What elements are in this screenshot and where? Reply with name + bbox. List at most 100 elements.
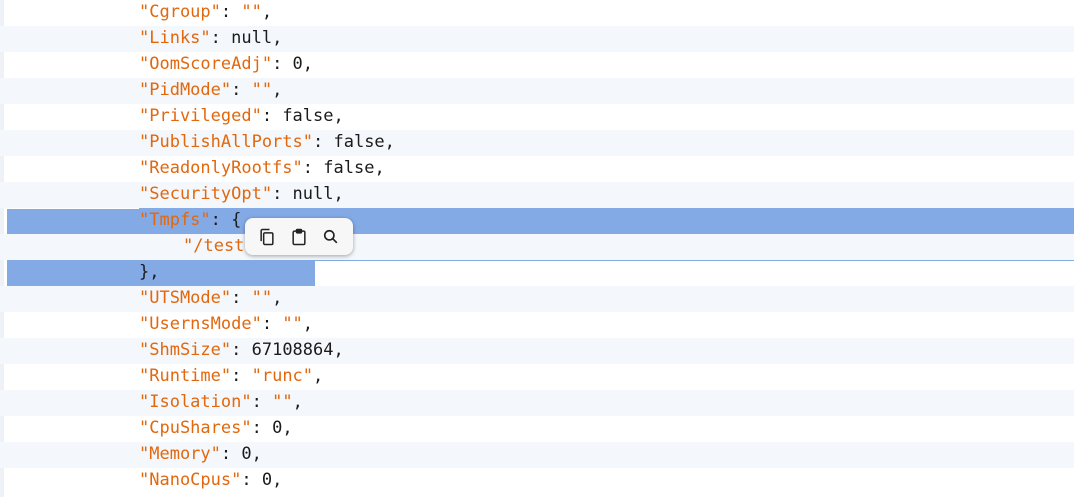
json-separator: : — [231, 366, 252, 386]
code-line-text: "OomScoreAdj": 0, — [139, 51, 313, 77]
code-line: "OomScoreAdj": 0, — [0, 52, 1074, 78]
code-line-text: "/test — [183, 233, 244, 259]
code-line: "ReadonlyRootfs": false, — [0, 156, 1074, 182]
code-line: "ShmSize": 67108864, — [0, 338, 1074, 364]
json-punctuation: , — [292, 392, 303, 412]
json-value: } — [139, 262, 150, 282]
json-key: "SecurityOpt" — [139, 184, 273, 204]
json-separator: : — [220, 2, 242, 22]
code-line: "Links": null, — [0, 26, 1074, 52]
paste-icon — [292, 228, 306, 245]
json-value: "" — [282, 314, 303, 334]
json-key: "Runtime" — [139, 366, 232, 386]
code-line: "PublishAllPorts": false, — [0, 130, 1074, 156]
json-key: "/test — [183, 236, 245, 256]
code-line: "/test — [0, 234, 1074, 260]
json-value: 0 — [241, 444, 252, 464]
json-punctuation: , — [384, 132, 395, 152]
json-separator: : — [313, 132, 334, 152]
json-separator: : — [241, 470, 262, 490]
json-separator: : — [261, 314, 283, 334]
json-punctuation: , — [333, 184, 344, 204]
json-key: "CpuShares" — [139, 418, 252, 438]
code-line: "UsernsMode": "", — [0, 312, 1074, 338]
json-punctuation: , — [261, 2, 273, 22]
json-value: { — [231, 210, 242, 230]
code-line: "PidMode": "", — [0, 78, 1074, 104]
json-value: null — [292, 184, 334, 204]
json-value: "" — [272, 392, 293, 412]
json-key: "PublishAllPorts" — [139, 132, 313, 152]
search-icon — [323, 229, 338, 243]
json-key: "Isolation" — [139, 392, 252, 412]
json-value: 0 — [261, 470, 273, 490]
json-key: "PidMode" — [139, 80, 232, 100]
code-line-text: "Privileged": false, — [139, 103, 344, 129]
code-line-text: "Cgroup": "", — [139, 0, 272, 25]
json-punctuation: , — [251, 444, 262, 464]
selection-action-popup — [245, 218, 353, 255]
json-punctuation: , — [272, 80, 283, 100]
json-value: 0 — [272, 418, 283, 438]
code-line-text: "ReadonlyRootfs": false, — [139, 155, 385, 181]
code-line: "Memory": 0, — [0, 442, 1074, 468]
json-key: "Cgroup" — [139, 2, 221, 22]
code-line-text: "ShmSize": 67108864, — [139, 337, 344, 363]
json-punctuation: , — [313, 366, 324, 386]
json-punctuation: , — [282, 418, 293, 438]
json-key: "UsernsMode" — [139, 314, 262, 334]
json-punctuation: , — [272, 28, 283, 48]
json-punctuation: , — [302, 54, 314, 74]
json-separator: : — [220, 444, 242, 464]
copy-button[interactable] — [254, 224, 280, 250]
code-line: "Tmpfs": { — [0, 208, 1074, 234]
json-punctuation: , — [333, 340, 344, 360]
json-separator: : — [261, 106, 283, 126]
json-punctuation: , — [149, 262, 160, 282]
code-line-text: "Isolation": "", — [139, 389, 303, 415]
json-separator: : — [251, 392, 273, 412]
json-separator: : — [302, 158, 324, 178]
json-key: "Privileged" — [139, 106, 262, 126]
json-separator: : — [231, 288, 252, 308]
json-key: "NanoCpus" — [139, 470, 242, 490]
json-code-view[interactable]: "Cgroup": "", "Links": null, "OomScoreAdj"… — [0, 0, 1074, 494]
json-key: "UTSMode" — [139, 288, 232, 308]
code-line-text: "PidMode": "", — [139, 77, 282, 103]
code-line-text: "Tmpfs": { — [139, 207, 241, 233]
json-separator: : — [231, 80, 252, 100]
json-punctuation: , — [374, 158, 385, 178]
code-line-text: "SecurityOpt": null, — [139, 181, 344, 207]
json-punctuation: , — [272, 288, 283, 308]
code-line-text: "NanoCpus": 0, — [139, 467, 282, 493]
code-line-text: }, — [139, 259, 160, 285]
json-value: 0 — [292, 54, 303, 74]
code-line: "CpuShares": 0, — [0, 416, 1074, 442]
code-line: }, — [0, 260, 1074, 286]
paste-button[interactable] — [286, 224, 312, 250]
json-value: false — [282, 106, 334, 126]
json-key: "Memory" — [139, 444, 221, 464]
json-separator: : — [251, 418, 273, 438]
code-line: "NanoCpus": 0, — [0, 468, 1074, 494]
json-separator: : — [210, 28, 232, 48]
code-line-text: "UsernsMode": "", — [139, 311, 313, 337]
code-line: "SecurityOpt": null, — [0, 182, 1074, 208]
code-line: "Isolation": "", — [0, 390, 1074, 416]
search-button[interactable] — [318, 224, 344, 250]
json-separator: : — [272, 184, 293, 204]
json-punctuation: , — [333, 106, 344, 126]
json-key: "Links" — [139, 28, 211, 48]
code-line: "UTSMode": "", — [0, 286, 1074, 312]
code-line: "Privileged": false, — [0, 104, 1074, 130]
code-line-text: "Links": null, — [139, 25, 282, 51]
json-value: null — [231, 28, 273, 48]
json-punctuation: , — [302, 314, 314, 334]
json-separator: : — [272, 54, 293, 74]
json-value: "" — [251, 80, 273, 100]
json-value: "runc" — [251, 366, 314, 386]
json-separator: : — [231, 340, 252, 360]
json-value: "" — [241, 2, 262, 22]
code-line-text: "Memory": 0, — [139, 441, 262, 467]
code-line: "Cgroup": "", — [0, 0, 1074, 26]
